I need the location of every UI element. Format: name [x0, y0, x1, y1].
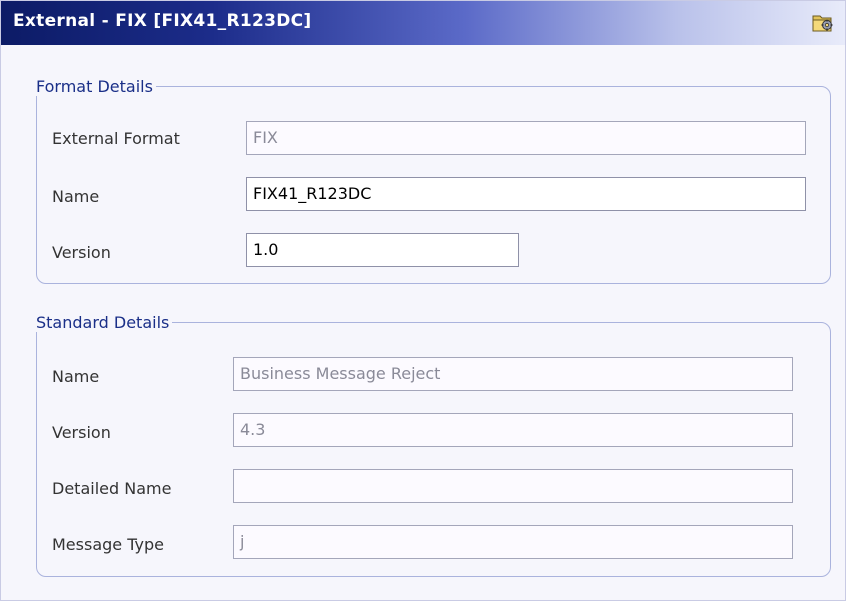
external-format-label: External Format [52, 129, 180, 148]
folder-gear-icon[interactable] [811, 10, 835, 34]
format-details-legend: Format Details [36, 77, 153, 96]
format-version-input[interactable]: 1.0 [246, 233, 519, 267]
standard-name-label: Name [52, 367, 100, 386]
standard-version-label: Version [52, 423, 111, 442]
external-format-field[interactable]: FIX [246, 121, 806, 155]
detailed-name-field[interactable] [233, 469, 793, 503]
standard-version-field[interactable]: 4.3 [233, 413, 793, 447]
title-bar: External - FIX [FIX41_R123DC] [1, 1, 845, 45]
format-version-label: Version [52, 243, 111, 262]
detailed-name-label: Detailed Name [52, 479, 172, 498]
window-title: External - FIX [FIX41_R123DC] [13, 11, 312, 31]
message-type-label: Message Type [52, 535, 164, 554]
standard-name-field[interactable]: Business Message Reject [233, 357, 793, 391]
standard-details-legend: Standard Details [36, 313, 170, 332]
format-name-input[interactable]: FIX41_R123DC [246, 177, 806, 211]
message-type-field[interactable]: j [233, 525, 793, 559]
format-name-label: Name [52, 187, 100, 206]
format-window: External - FIX [FIX41_R123DC] Format Det… [0, 0, 846, 601]
